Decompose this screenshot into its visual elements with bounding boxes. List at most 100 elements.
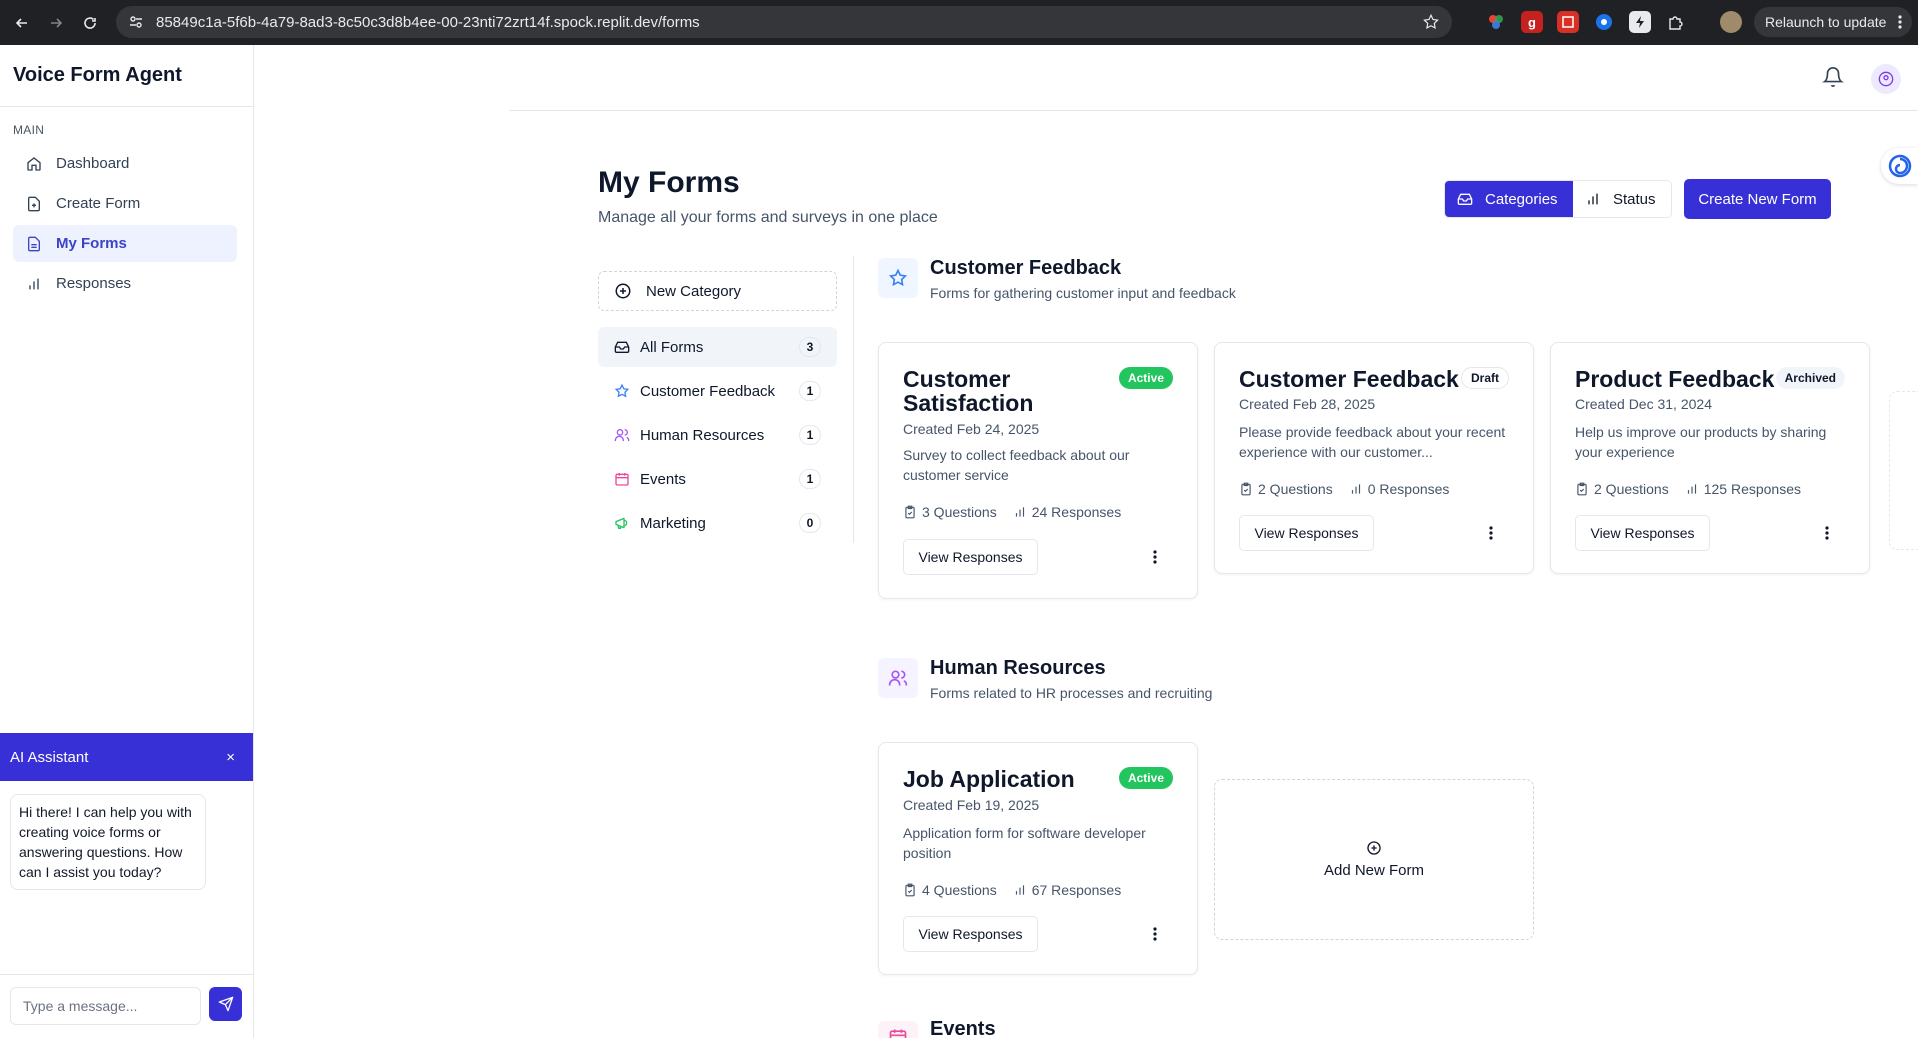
form-title: Job Application: [903, 766, 1075, 792]
add-new-form-card[interactable]: Add New Form: [1214, 779, 1534, 940]
forward-icon[interactable]: [42, 9, 70, 37]
clipboard-icon: [903, 505, 917, 519]
category-all-forms[interactable]: All Forms 3: [598, 327, 837, 367]
form-description: Help us improve our products by sharing …: [1575, 424, 1827, 460]
star-icon: [614, 383, 630, 399]
group-title: Human Resources: [930, 657, 1106, 679]
top-header: [509, 45, 1918, 111]
assistant-header: AI Assistant ×: [0, 733, 253, 781]
category-marketing[interactable]: Marketing 0: [598, 503, 837, 543]
form-title: Customer Feedback: [1239, 366, 1459, 392]
form-card[interactable]: Customer Feedback Draft Created Feb 28, …: [1214, 342, 1534, 574]
new-category-button[interactable]: New Category: [598, 271, 837, 311]
status-view-button[interactable]: Status: [1573, 181, 1671, 217]
form-description: Survey to collect feedback about our cus…: [903, 447, 1130, 483]
form-card[interactable]: Customer Satisfaction Active Created Feb…: [878, 342, 1198, 599]
send-button[interactable]: [209, 987, 242, 1021]
form-stats: 2 Questions 0 Responses: [1239, 481, 1449, 497]
profile-avatar[interactable]: [1720, 11, 1742, 33]
extension-color-icon[interactable]: [1485, 11, 1507, 33]
category-count-badge: 1: [799, 469, 821, 489]
group-title: Customer Feedback: [930, 257, 1122, 279]
sidebar-item-label: Create Form: [56, 195, 141, 212]
form-description: Please provide feedback about your recen…: [1239, 424, 1506, 460]
more-options-icon[interactable]: [1483, 523, 1499, 543]
reload-icon[interactable]: [76, 9, 104, 37]
category-human-resources[interactable]: Human Resources 1: [598, 415, 837, 455]
category-count-badge: 0: [799, 513, 821, 533]
form-created-date: Created Dec 31, 2024: [1575, 396, 1712, 412]
home-icon: [26, 156, 42, 172]
extensions-puzzle-icon[interactable]: [1665, 11, 1687, 33]
message-input[interactable]: Type a message...: [10, 987, 201, 1025]
sidebar-item-dashboard[interactable]: Dashboard: [13, 145, 237, 182]
bar-chart-icon: [1013, 505, 1027, 519]
offscreen-card-edge: [1889, 391, 1918, 550]
form-created-date: Created Feb 24, 2025: [903, 421, 1040, 437]
categories-label: Categories: [1485, 190, 1558, 208]
users-icon: [878, 658, 918, 698]
form-card[interactable]: Job Application Active Created Feb 19, 2…: [878, 742, 1198, 975]
view-responses-button[interactable]: View Responses: [903, 916, 1038, 952]
page-title: My Forms: [598, 166, 740, 199]
form-title: Customer Satisfaction: [903, 366, 1034, 416]
address-bar[interactable]: 85849c1a-5f6b-4a79-8ad3-8c50c3d8b4ee-00-…: [116, 6, 1452, 38]
bar-chart-icon: [1585, 191, 1601, 207]
clipboard-icon: [1239, 482, 1253, 496]
relaunch-button[interactable]: Relaunch to update: [1754, 7, 1912, 37]
more-options-icon[interactable]: [1147, 547, 1163, 567]
group-subtitle: Forms for gathering customer input and f…: [930, 285, 1236, 301]
inbox-icon: [614, 339, 630, 355]
sidebar-item-label: Responses: [56, 275, 132, 292]
file-text-icon: [26, 236, 42, 252]
view-responses-button[interactable]: View Responses: [903, 539, 1038, 575]
megaphone-icon: [614, 515, 630, 531]
back-icon[interactable]: [8, 9, 36, 37]
form-created-date: Created Feb 19, 2025: [903, 797, 1040, 813]
view-toggle: Categories Status: [1444, 180, 1672, 218]
sidebar-item-label: My Forms: [56, 235, 127, 252]
inbox-icon: [1457, 191, 1473, 207]
bar-chart-icon: [26, 276, 42, 292]
more-options-icon[interactable]: [1819, 523, 1835, 543]
form-description: Application form for software developer …: [903, 825, 1146, 861]
extension-capture-icon[interactable]: [1557, 11, 1579, 33]
category-label: All Forms: [640, 338, 704, 356]
category-label: Human Resources: [640, 426, 765, 444]
extension-circle-icon[interactable]: [1593, 11, 1615, 33]
form-card[interactable]: Product Feedback Archived Created Dec 31…: [1550, 342, 1870, 574]
bar-chart-icon: [1013, 883, 1027, 897]
url-text: 85849c1a-5f6b-4a79-8ad3-8c50c3d8b4ee-00-…: [156, 13, 700, 31]
create-new-form-button[interactable]: Create New Form: [1684, 179, 1831, 219]
view-responses-button[interactable]: View Responses: [1575, 515, 1710, 551]
clipboard-icon: [903, 883, 917, 897]
close-icon[interactable]: ×: [226, 749, 235, 766]
more-options-icon[interactable]: [1147, 924, 1163, 944]
view-responses-button[interactable]: View Responses: [1239, 515, 1374, 551]
questions-count: 3 Questions: [922, 504, 997, 520]
bookmark-star-icon[interactable]: [1422, 13, 1440, 31]
category-count-badge: 1: [799, 381, 821, 401]
section-label: MAIN: [13, 123, 45, 137]
extension-bolt-icon[interactable]: [1629, 11, 1651, 33]
assistant-launcher-icon[interactable]: [1881, 148, 1918, 184]
form-stats: 3 Questions 24 Responses: [903, 504, 1121, 520]
category-customer-feedback[interactable]: Customer Feedback 1: [598, 371, 837, 411]
notifications-bell-icon[interactable]: [1822, 66, 1844, 88]
status-badge: Active: [1118, 367, 1173, 389]
category-events[interactable]: Events 1: [598, 459, 837, 499]
calendar-icon: [878, 1021, 918, 1038]
categories-view-button[interactable]: Categories: [1445, 181, 1573, 217]
site-settings-icon[interactable]: [128, 14, 144, 30]
bar-chart-icon: [1685, 482, 1699, 496]
sidebar-item-responses[interactable]: Responses: [13, 265, 237, 302]
sidebar-item-my-forms[interactable]: My Forms: [13, 225, 237, 262]
extension-g-icon[interactable]: g: [1521, 11, 1543, 33]
category-label: Marketing: [640, 514, 706, 532]
plus-circle-icon: [614, 282, 632, 300]
add-new-form-label: Add New Form: [1323, 862, 1425, 879]
user-avatar[interactable]: [1871, 64, 1901, 94]
status-badge: Draft: [1460, 367, 1509, 389]
sidebar-item-create-form[interactable]: Create Form: [13, 185, 237, 222]
group-title: Events: [930, 1018, 996, 1038]
